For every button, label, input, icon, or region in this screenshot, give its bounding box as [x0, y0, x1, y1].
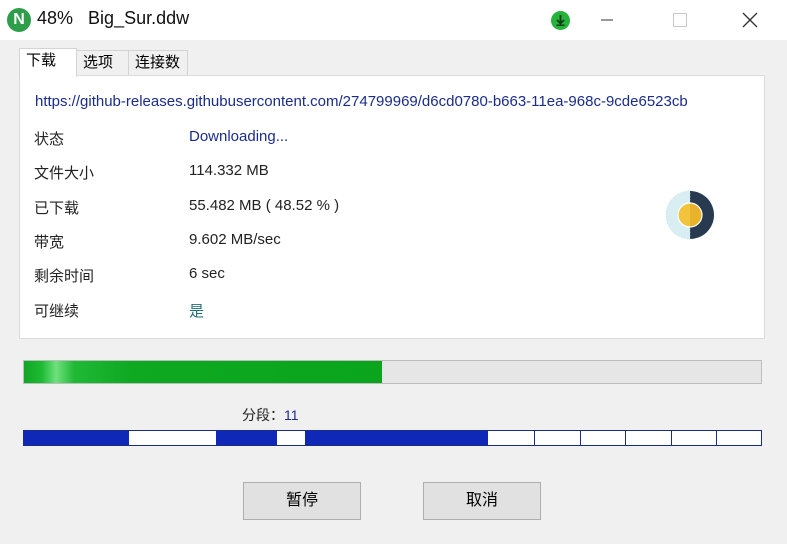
app-logo-icon: N [7, 8, 31, 32]
time-left-label: 剩余时间 [34, 268, 95, 285]
segment-filled-2 [216, 431, 277, 445]
title-bar: N 48% Big_Sur.ddw [0, 0, 787, 40]
close-icon [742, 12, 758, 28]
status-label: 状态 [34, 131, 65, 148]
segment-divider-4 [671, 431, 673, 445]
maximize-icon [673, 13, 687, 27]
segment-divider-1 [534, 431, 535, 445]
maximize-button[interactable] [656, 0, 702, 40]
tab-download[interactable]: 下载 [19, 48, 77, 77]
pause-button[interactable]: 暂停 [243, 482, 361, 520]
segment-divider-3 [625, 431, 627, 445]
download-arrow-icon[interactable] [551, 11, 570, 30]
title-percent: 48% [37, 8, 74, 28]
file-size-value: 114.332 MB [189, 162, 269, 179]
segment-divider-5 [716, 431, 718, 445]
bandwidth-label: 带宽 [34, 234, 65, 251]
time-left-value: 6 sec [189, 265, 225, 282]
cancel-button[interactable]: 取消 [423, 482, 541, 520]
segment-divider-2 [579, 431, 581, 445]
window-title: 48% Big_Sur.ddw [37, 8, 199, 29]
status-value: Downloading... [189, 128, 289, 145]
minimize-button[interactable] [584, 0, 630, 40]
tab-connections[interactable]: 连接数 [128, 50, 188, 76]
segments-label: 分段：11 [242, 405, 299, 425]
file-size-label: 文件大小 [34, 165, 95, 182]
bandwidth-value: 9.602 MB/sec [189, 231, 281, 248]
resumable-label: 可继续 [34, 303, 80, 320]
progress-pie-icon [665, 190, 714, 240]
segment-filled-1 [24, 431, 130, 445]
close-button[interactable] [728, 0, 774, 40]
tab-options[interactable]: 选项 [76, 50, 129, 76]
segment-filled-3 [304, 431, 489, 445]
progress-fill [24, 361, 382, 383]
resumable-value: 是 [189, 303, 205, 320]
download-url[interactable]: https://github-releases.githubuserconten… [35, 93, 688, 110]
download-progress-bar [23, 360, 762, 384]
title-filename: Big_Sur.ddw [88, 8, 190, 28]
minimize-icon [601, 19, 613, 21]
segments-count: 11 [284, 407, 299, 423]
download-info-panel: https://github-releases.githubuserconten… [19, 75, 765, 339]
downloaded-value: 55.482 MB ( 48.52 % ) [189, 197, 340, 214]
segments-caption: 分段： [242, 407, 284, 423]
segment-map [23, 430, 762, 446]
downloaded-label: 已下载 [34, 200, 80, 217]
